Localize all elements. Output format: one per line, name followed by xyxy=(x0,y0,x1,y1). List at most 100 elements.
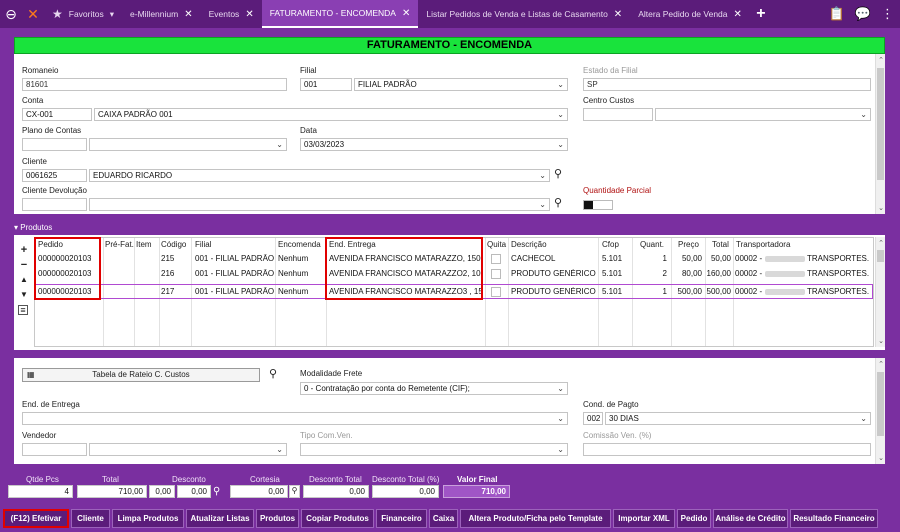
cell-quant: 1 xyxy=(662,254,667,263)
tab-eventos[interactable]: Eventos ✕ xyxy=(201,0,262,28)
desconto-pct-value[interactable]: 0,00 xyxy=(177,485,211,498)
col-descricao[interactable]: Descrição xyxy=(511,240,547,249)
star-icon: ★ xyxy=(52,7,63,21)
vendedor-code-field[interactable] xyxy=(22,443,87,456)
centro-select[interactable]: ⌄ xyxy=(655,108,871,121)
col-codigo[interactable]: Código xyxy=(161,240,186,249)
conta-label: Conta xyxy=(22,96,44,105)
cell-total: 500,00 xyxy=(706,287,731,296)
cortesia-value[interactable]: 0,00 xyxy=(230,485,288,498)
add-row-icon[interactable]: + xyxy=(18,244,30,256)
close-icon[interactable]: ✕ xyxy=(245,9,253,20)
data-picker[interactable]: 03/03/2023 ⌄ xyxy=(300,138,568,151)
scrollbar[interactable]: ⌃ ⌄ xyxy=(875,237,885,347)
tab-listar-pedidos[interactable]: Listar Pedidos de Venda e Listas de Casa… xyxy=(418,0,630,28)
scrollbar[interactable]: ⌃ ⌄ xyxy=(875,358,885,464)
vendedor-select[interactable]: ⌄ xyxy=(89,443,287,456)
desconto-value[interactable]: 0,00 xyxy=(149,485,175,498)
more-vertical-icon[interactable]: ⋮ xyxy=(881,6,894,22)
quita-checkbox[interactable] xyxy=(491,287,501,297)
chevron-down-icon: ⌄ xyxy=(557,80,564,89)
cond-code-field[interactable]: 002 xyxy=(583,412,603,425)
col-quant[interactable]: Quant. xyxy=(640,240,664,249)
col-transportadora[interactable]: Transportadora xyxy=(736,240,790,249)
quantidade-parcial-toggle[interactable] xyxy=(583,200,613,210)
move-up-icon[interactable]: ▲ xyxy=(18,275,30,284)
search-icon[interactable]: ⚲ xyxy=(554,196,562,209)
plano-code-field[interactable] xyxy=(22,138,87,151)
quita-checkbox[interactable] xyxy=(491,269,501,279)
scrollbar[interactable]: ⌃ ⌄ xyxy=(875,54,885,214)
modalidade-select[interactable]: 0 - Contratação por conta do Remetente (… xyxy=(300,382,568,395)
atualizar-listas-button[interactable]: Atualizar Listas xyxy=(186,509,254,528)
search-icon[interactable]: ⚲ xyxy=(213,486,220,497)
cliente-label: Cliente xyxy=(22,157,47,166)
top-tab-bar: ⊖ ✕ ★ Favoritos ▾ e-Millennium ✕ Eventos ✕… xyxy=(0,0,900,28)
financeiro-button[interactable]: Financeiro xyxy=(376,509,427,528)
col-pre-fat[interactable]: Pré-Fat. xyxy=(105,240,134,249)
col-cfop[interactable]: Cfop xyxy=(602,240,619,249)
conta-select[interactable]: CAIXA PADRÃO 001 ⌄ xyxy=(94,108,568,121)
produtos-button[interactable]: Produtos xyxy=(256,509,299,528)
close-icon[interactable]: ✕ xyxy=(402,8,410,19)
tipo-com-select[interactable]: ⌄ xyxy=(300,443,568,456)
cell-cfop: 5.101 xyxy=(602,254,623,263)
cliente-dev-code-field[interactable] xyxy=(22,198,87,211)
centro-code-field[interactable] xyxy=(583,108,653,121)
romaneio-field[interactable]: 81601 xyxy=(22,78,287,91)
move-down-icon[interactable]: ▼ xyxy=(18,290,30,299)
resultado-financeiro-button[interactable]: Resultado Financeiro xyxy=(790,509,878,528)
quita-checkbox[interactable] xyxy=(491,254,501,264)
importar-xml-button[interactable]: Importar XML xyxy=(613,509,675,528)
col-quita[interactable]: Quita xyxy=(487,240,506,249)
comissao-field[interactable] xyxy=(583,443,871,456)
cell-encomenda: Nenhum xyxy=(278,269,309,278)
favorites-menu[interactable]: ★ Favoritos ▾ xyxy=(44,0,122,28)
cliente-code-field[interactable]: 0061625 xyxy=(22,169,87,182)
limpa-produtos-button[interactable]: Limpa Produtos xyxy=(112,509,184,528)
expand-icon[interactable]: ≡ xyxy=(18,305,28,315)
cliente-dev-select[interactable]: ⌄ xyxy=(89,198,550,211)
total-value: 710,00 xyxy=(77,485,147,498)
col-total[interactable]: Total xyxy=(712,240,729,249)
analise-credito-button[interactable]: Análise de Crédito xyxy=(713,509,788,528)
col-preco[interactable]: Preço xyxy=(678,240,699,249)
remove-row-icon[interactable]: − xyxy=(18,259,30,271)
desconto-total-pct-label: Desconto Total (%) xyxy=(372,475,440,484)
cliente-button[interactable]: Cliente xyxy=(71,509,110,528)
caixa-button[interactable]: Caixa xyxy=(429,509,458,528)
cond-select[interactable]: 30 DIAS ⌄ xyxy=(605,412,871,425)
efetivar-button[interactable]: (F12) Efetivar xyxy=(3,509,69,528)
rateio-button[interactable]: ▦ Tabela de Rateio C. Custos xyxy=(22,368,260,382)
tab-faturamento[interactable]: FATURAMENTO - ENCOMENDA ✕ xyxy=(261,0,419,28)
col-filial[interactable]: Filial xyxy=(195,240,211,249)
close-icon[interactable]: ✕ xyxy=(734,9,742,20)
tab-emillennium[interactable]: e-Millennium ✕ xyxy=(122,0,201,28)
altera-produto-template-button[interactable]: Altera Produto/Ficha pelo Template xyxy=(460,509,611,528)
filial-select[interactable]: FILIAL PADRÃO ⌄ xyxy=(354,78,568,91)
back-icon[interactable]: ⊖ xyxy=(0,3,22,25)
zoom-icon[interactable]: ⚲ xyxy=(289,485,300,498)
cliente-select[interactable]: EDUARDO RICARDO ⌄ xyxy=(89,169,550,182)
totals-bar: Qtde Pcs 4 Total 710,00 Desconto 0,00 0,… xyxy=(0,468,900,504)
col-encomenda[interactable]: Encomenda xyxy=(278,240,321,249)
close-icon[interactable]: ✕ xyxy=(184,9,192,20)
clipboard-icon[interactable]: 📋 xyxy=(829,6,845,22)
desconto-label: Desconto xyxy=(172,475,206,484)
search-icon[interactable]: ⚲ xyxy=(269,367,277,380)
filial-code-field[interactable]: 001 xyxy=(300,78,352,91)
col-item[interactable]: Item xyxy=(136,240,152,249)
pedido-button[interactable]: Pedido xyxy=(677,509,711,528)
chat-icon[interactable]: 💬 xyxy=(855,6,871,22)
plano-select[interactable]: ⌄ xyxy=(89,138,287,151)
grid-toolbar: + − ▲ ▼ ≡ xyxy=(14,235,34,350)
produtos-section-header[interactable]: ▾ Produtos xyxy=(14,223,885,234)
add-tab-icon[interactable]: + xyxy=(750,3,772,25)
redacted-value xyxy=(765,256,805,262)
conta-code-field[interactable]: CX-001 xyxy=(22,108,92,121)
copiar-produtos-button[interactable]: Copiar Produtos xyxy=(301,509,374,528)
close-icon[interactable]: ✕ xyxy=(614,9,622,20)
tab-altera-pedido[interactable]: Altera Pedido de Venda ✕ xyxy=(630,0,750,28)
search-icon[interactable]: ⚲ xyxy=(554,167,562,180)
end-entrega-select[interactable]: ⌄ xyxy=(22,412,568,425)
